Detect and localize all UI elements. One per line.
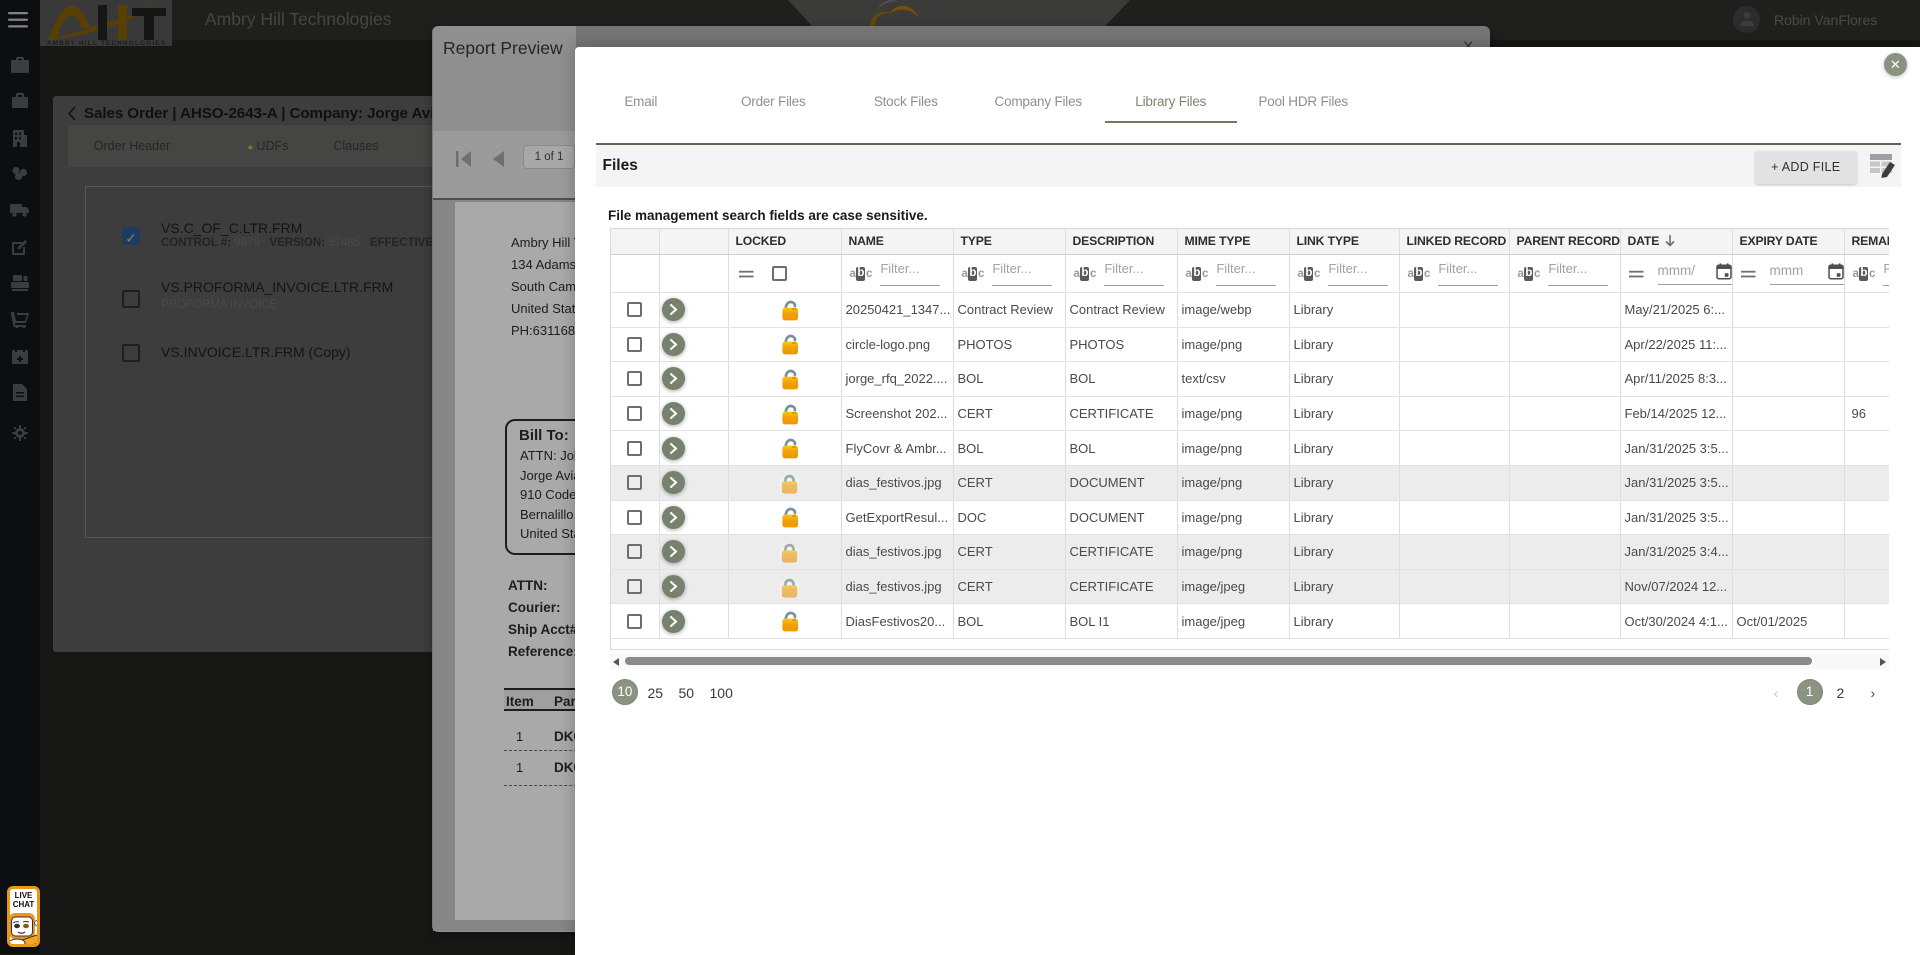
svg-text:AMBRY HILL TECHNOLOGIES: AMBRY HILL TECHNOLOGIES: [47, 40, 165, 46]
